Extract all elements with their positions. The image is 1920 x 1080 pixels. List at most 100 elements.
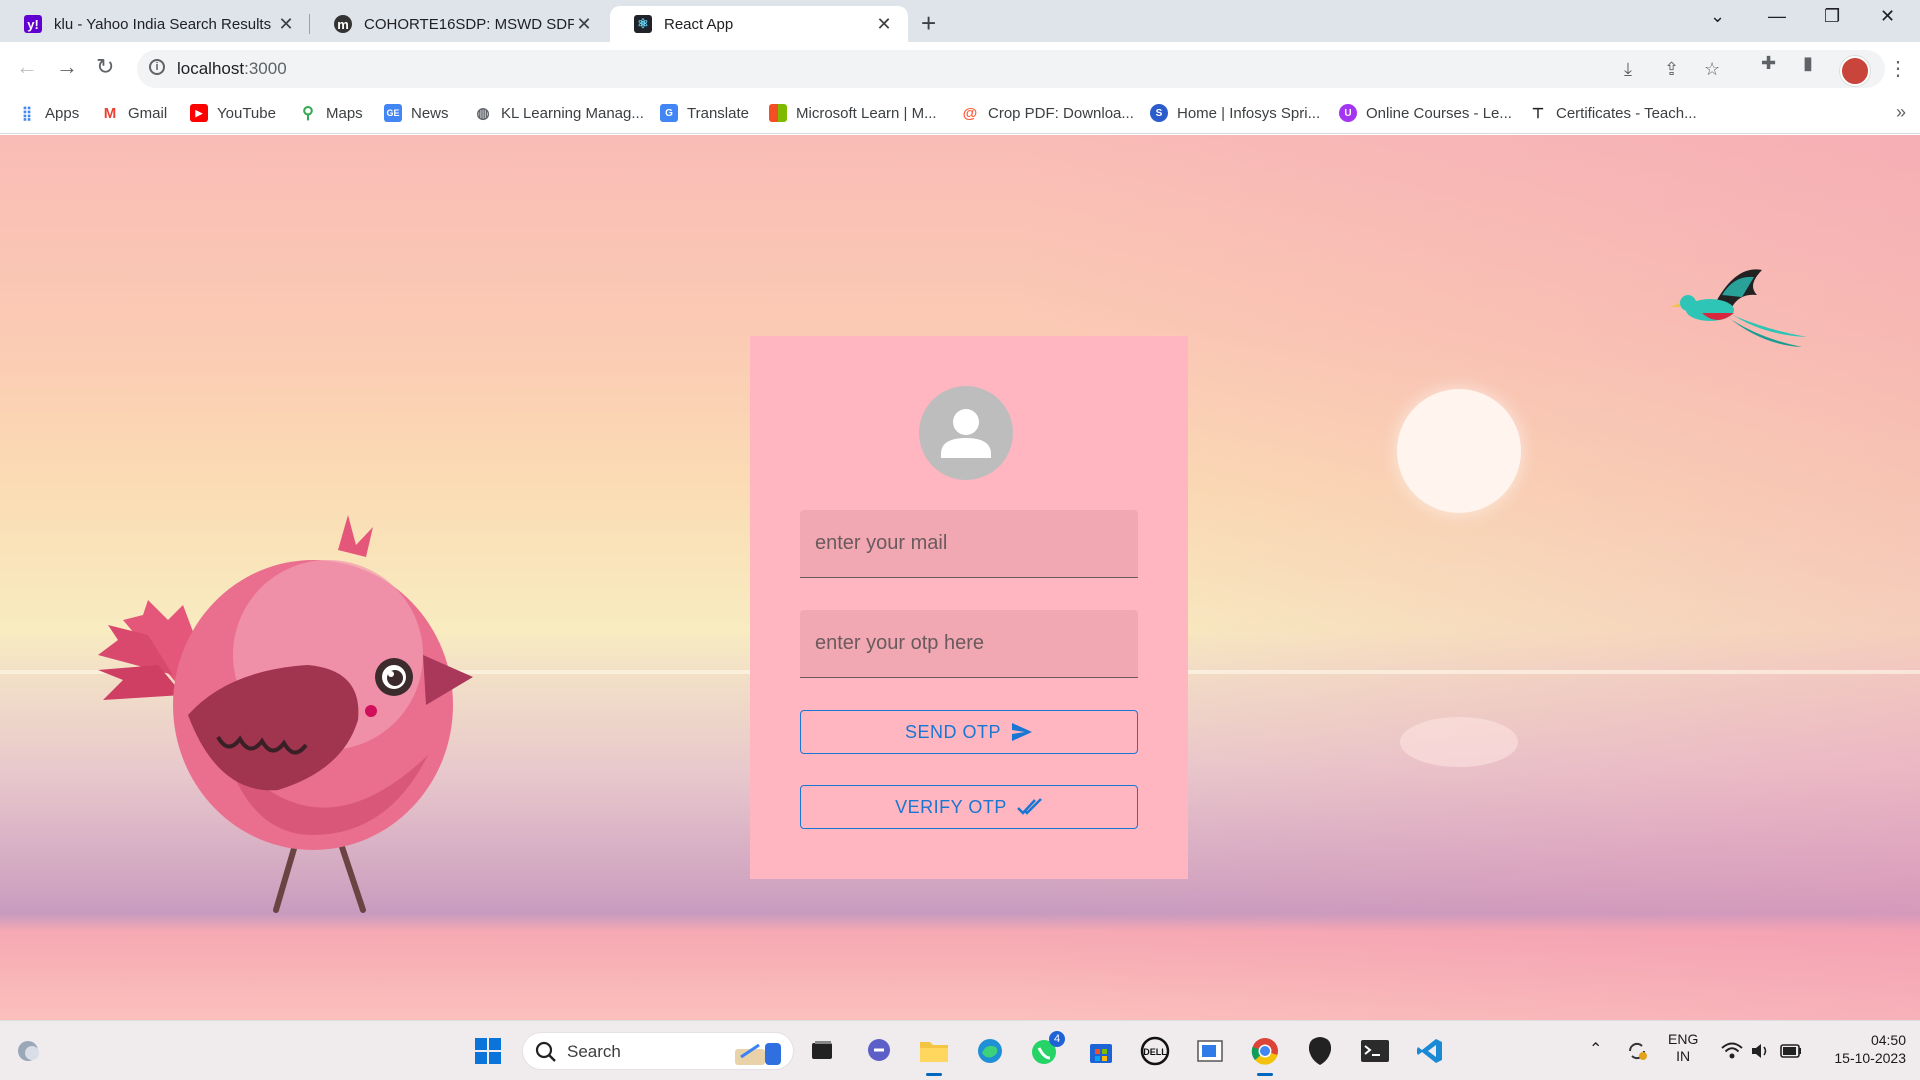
forward-icon[interactable]: → (56, 54, 78, 80)
weather-icon[interactable] (12, 1035, 44, 1067)
windows-start-icon[interactable] (472, 1035, 504, 1067)
more-bookmarks-icon[interactable]: » (1896, 102, 1906, 123)
side-panel-icon[interactable]: ▮ (1803, 53, 1813, 74)
whatsapp-badge: 4 (1049, 1031, 1065, 1047)
close-icon[interactable]: ✕ (276, 14, 296, 35)
bookmark-crop-pdf[interactable]: @ Crop PDF: Downloa... (961, 104, 1134, 122)
youtube-icon: ▶ (190, 104, 208, 122)
bookmark-youtube[interactable]: ▶ YouTube (190, 104, 276, 122)
url-text[interactable]: localhost:3000 (177, 59, 287, 79)
close-window-icon[interactable]: ✕ (1880, 6, 1895, 27)
tab-cohort[interactable]: m COHORTE16SDP: MSWD SDP Pr ✕ (310, 6, 608, 42)
battery-icon[interactable] (1775, 1035, 1807, 1067)
task-view-icon[interactable] (806, 1035, 838, 1067)
clock[interactable]: 04:50 15-10-2023 (1820, 1031, 1906, 1067)
send-otp-button[interactable]: SEND OTP (800, 710, 1138, 754)
dell-icon[interactable]: DELL (1139, 1035, 1171, 1067)
volume-icon[interactable] (1745, 1035, 1777, 1067)
taskbar-search[interactable]: Search (522, 1032, 794, 1070)
otp-field[interactable] (800, 610, 1138, 678)
terminal-icon[interactable] (1359, 1035, 1391, 1067)
send-otp-label: SEND OTP (904, 721, 1001, 742)
search-highlight-icon (735, 1043, 781, 1065)
bookmark-microsoft-learn[interactable]: Microsoft Learn | M... (769, 104, 937, 122)
user-avatar-icon (919, 386, 1013, 480)
windows-taskbar: Search 4 DELL ⌃ ENG IN 04:50 15-10-2023 (0, 1020, 1920, 1080)
tab-yahoo[interactable]: y! klu - Yahoo India Search Results ✕ (0, 6, 310, 42)
sync-icon[interactable] (1621, 1035, 1653, 1067)
email-field[interactable] (800, 510, 1138, 578)
edge-icon[interactable] (974, 1035, 1006, 1067)
bookmark-label: Microsoft Learn | M... (796, 104, 937, 122)
bookmark-certificates[interactable]: ⊤ Certificates - Teach... (1529, 104, 1697, 122)
chrome-icon[interactable] (1249, 1035, 1281, 1076)
tab-search-icon[interactable]: ⌄ (1710, 6, 1725, 27)
wifi-icon[interactable] (1716, 1035, 1748, 1067)
microsoft-icon (769, 104, 787, 122)
double-check-icon (1016, 798, 1042, 815)
pdf-icon: @ (962, 104, 978, 122)
bookmark-online-courses[interactable]: U Online Courses - Le... (1339, 104, 1512, 122)
email-input[interactable] (815, 510, 1115, 576)
site-info-icon[interactable]: i (149, 59, 165, 75)
microsoft-store-icon[interactable] (1085, 1035, 1117, 1067)
language-code: ENG (1668, 1031, 1699, 1047)
verify-otp-label: VERIFY OTP (895, 796, 1007, 817)
maps-icon: ⚲ (302, 105, 314, 122)
bookmark-label: KL Learning Manag... (501, 104, 644, 122)
restore-icon[interactable]: ❐ (1824, 6, 1840, 27)
tab-title: klu - Yahoo India Search Results (54, 15, 272, 33)
back-icon[interactable]: ← (16, 54, 38, 80)
apps-grid-icon: ⣿ (21, 104, 33, 121)
file-explorer-icon[interactable] (918, 1035, 950, 1076)
yahoo-icon: y! (24, 15, 42, 33)
reload-icon[interactable]: ↻ (96, 54, 114, 80)
bookmark-label: Maps (326, 104, 363, 122)
bookmark-label: YouTube (217, 104, 276, 122)
bookmark-label: Certificates - Teach... (1556, 104, 1697, 122)
address-bar[interactable]: i localhost:3000 ⤓ ⇪ ☆ (137, 50, 1885, 88)
share-icon[interactable]: ⇪ (1664, 59, 1679, 80)
bookmark-star-icon[interactable]: ☆ (1704, 59, 1720, 80)
install-app-icon[interactable]: ⤓ (1624, 59, 1632, 80)
region-code: IN (1676, 1048, 1691, 1064)
tab-react-app[interactable]: ⚛ React App ✕ (610, 6, 908, 42)
news-icon: GE (384, 104, 402, 122)
whatsapp-icon[interactable]: 4 (1029, 1031, 1065, 1067)
profile-avatar[interactable] (1840, 56, 1870, 86)
clock-date: 15-10-2023 (1834, 1050, 1906, 1066)
show-hidden-icons-chevron[interactable]: ⌃ (1589, 1039, 1602, 1059)
gmail-icon: M (103, 104, 117, 122)
new-tab-button[interactable]: + (921, 8, 936, 39)
tab-title: COHORTE16SDP: MSWD SDP Pr (364, 15, 574, 33)
bookmark-kl-learning[interactable]: ◍ KL Learning Manag... (474, 104, 644, 123)
verify-otp-button[interactable]: VERIFY OTP (800, 785, 1138, 829)
minimize-icon[interactable]: — (1768, 6, 1786, 27)
sun-reflection (1400, 717, 1518, 767)
bookmark-label: Online Courses - Le... (1366, 104, 1512, 122)
teams-chat-icon[interactable] (863, 1035, 895, 1067)
remote-desktop-icon[interactable] (1194, 1035, 1226, 1067)
language-indicator[interactable]: ENG IN (1668, 1031, 1698, 1065)
send-icon (1012, 723, 1032, 741)
alienware-icon[interactable] (1304, 1035, 1336, 1067)
bookmark-label: Gmail (128, 104, 168, 122)
bookmark-label: Apps (45, 104, 80, 122)
bookmark-translate[interactable]: G Translate (660, 104, 749, 122)
bookmark-label: News (411, 104, 449, 122)
close-icon[interactable]: ✕ (574, 14, 594, 35)
bookmark-infosys[interactable]: S Home | Infosys Spri... (1150, 104, 1320, 122)
bookmark-maps[interactable]: ⚲ Maps (299, 104, 363, 123)
close-icon[interactable]: ✕ (874, 14, 894, 35)
menu-kebab-icon[interactable]: ⋮ (1888, 56, 1908, 81)
browser-toolbar: ← → ↻ i localhost:3000 ⤓ ⇪ ☆ (0, 42, 1920, 96)
extensions-icon[interactable]: ✚ (1761, 53, 1776, 74)
bookmark-label: Home | Infosys Spri... (1177, 104, 1321, 122)
bookmark-apps[interactable]: ⣿ Apps (18, 104, 79, 122)
bookmark-news[interactable]: GE News (384, 104, 449, 122)
globe-icon: ◍ (476, 105, 490, 122)
bookmark-gmail[interactable]: M Gmail (101, 104, 167, 122)
otp-input[interactable] (815, 610, 1115, 676)
login-card: SEND OTP VERIFY OTP (750, 336, 1188, 879)
vscode-icon[interactable] (1414, 1035, 1446, 1067)
